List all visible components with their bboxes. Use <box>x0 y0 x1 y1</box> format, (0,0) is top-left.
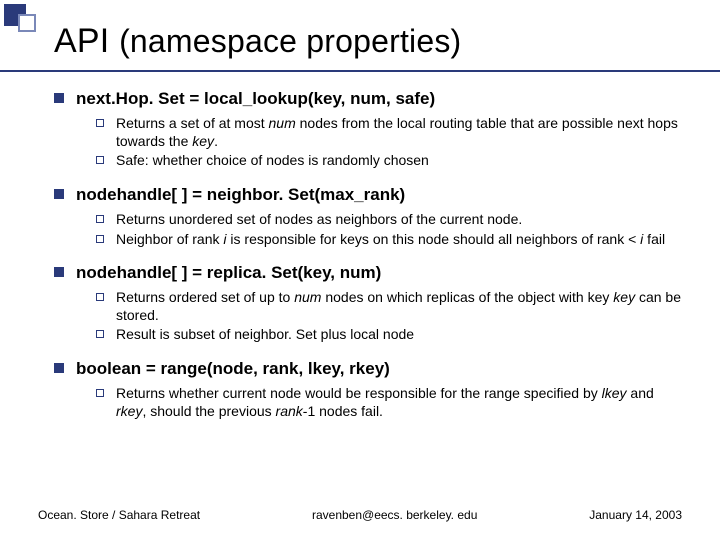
heading-neighbor-set: nodehandle[ ] = neighbor. Set(max_rank) <box>54 184 684 205</box>
block-local-lookup: next.Hop. Set = local_lookup(key, num, s… <box>54 88 684 170</box>
bullet-square-icon <box>54 93 64 103</box>
heading-text: next.Hop. Set = local_lookup(key, num, s… <box>76 89 435 108</box>
sub-item: Safe: whether choice of nodes is randoml… <box>54 152 684 170</box>
sub-em: num <box>294 289 321 305</box>
slide: API (namespace properties) next.Hop. Set… <box>0 0 720 540</box>
sub-item: Returns ordered set of up to num nodes o… <box>54 289 684 324</box>
sub-item: Neighbor of rank i is responsible for ke… <box>54 231 684 249</box>
sub-item: Result is subset of neighbor. Set plus l… <box>54 326 684 344</box>
bullet-open-square-icon <box>96 389 104 397</box>
sub-item: Returns unordered set of nodes as neighb… <box>54 211 684 229</box>
bullet-open-square-icon <box>96 330 104 338</box>
sub-em: lkey <box>602 385 627 401</box>
title-paren: (namespace properties) <box>119 23 461 59</box>
bullet-open-square-icon <box>96 119 104 127</box>
sub-text: Neighbor of rank <box>116 231 223 247</box>
sub-text: Returns ordered set of up to <box>116 289 294 305</box>
sub-text: Returns a set of at most <box>116 115 269 131</box>
title-underline <box>0 70 720 72</box>
sub-em: num <box>269 115 296 131</box>
footer-right: January 14, 2003 <box>589 508 682 522</box>
sub-text: and <box>627 385 654 401</box>
bullet-square-icon <box>54 189 64 199</box>
sub-em: key <box>192 133 214 149</box>
sub-text: Returns unordered set of nodes as neighb… <box>116 211 522 227</box>
bullet-square-icon <box>54 363 64 373</box>
sub-em: rkey <box>116 403 142 419</box>
sub-text: Result is subset of neighbor. Set plus l… <box>116 326 414 342</box>
footer: Ocean. Store / Sahara Retreat ravenben@e… <box>38 508 682 522</box>
sub-text: Safe: whether choice of nodes is randoml… <box>116 152 429 168</box>
heading-text: nodehandle[ ] = neighbor. Set(max_rank) <box>76 185 405 204</box>
footer-center: ravenben@eecs. berkeley. edu <box>312 508 477 522</box>
sub-text: -1 nodes fail. <box>303 403 383 419</box>
sub-em: key <box>613 289 635 305</box>
footer-left: Ocean. Store / Sahara Retreat <box>38 508 200 522</box>
title-main: API <box>54 22 119 60</box>
sub-text: is responsible for keys on this node sho… <box>227 231 641 247</box>
heading-local-lookup: next.Hop. Set = local_lookup(key, num, s… <box>54 88 684 109</box>
heading-range: boolean = range(node, rank, lkey, rkey) <box>54 358 684 379</box>
bullet-open-square-icon <box>96 293 104 301</box>
sub-text: . <box>214 133 218 149</box>
sub-em: rank <box>276 403 303 419</box>
sub-text: nodes on which replicas of the object wi… <box>321 289 613 305</box>
bullet-open-square-icon <box>96 235 104 243</box>
bullet-square-icon <box>54 267 64 277</box>
slide-title: API (namespace properties) <box>54 22 461 61</box>
sub-text: fail <box>643 231 665 247</box>
square-outline-icon <box>18 14 36 32</box>
sub-item: Returns whether current node would be re… <box>54 385 684 420</box>
content-area: next.Hop. Set = local_lookup(key, num, s… <box>54 88 684 434</box>
heading-replica-set: nodehandle[ ] = replica. Set(key, num) <box>54 262 684 283</box>
heading-text: boolean = range(node, rank, lkey, rkey) <box>76 359 390 378</box>
sub-text: , should the previous <box>142 403 275 419</box>
block-neighbor-set: nodehandle[ ] = neighbor. Set(max_rank) … <box>54 184 684 248</box>
sub-item: Returns a set of at most num nodes from … <box>54 115 684 150</box>
sub-text: Returns whether current node would be re… <box>116 385 602 401</box>
block-replica-set: nodehandle[ ] = replica. Set(key, num) R… <box>54 262 684 344</box>
bullet-open-square-icon <box>96 215 104 223</box>
heading-text: nodehandle[ ] = replica. Set(key, num) <box>76 263 381 282</box>
block-range: boolean = range(node, rank, lkey, rkey) … <box>54 358 684 420</box>
corner-decoration <box>4 4 50 34</box>
bullet-open-square-icon <box>96 156 104 164</box>
